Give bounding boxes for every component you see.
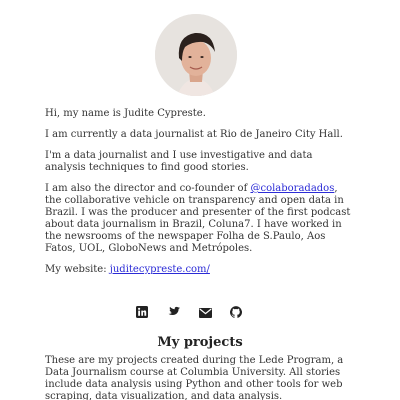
website-link[interactable]: juditecypreste.com/ (110, 264, 210, 275)
twitter-icon[interactable] (167, 303, 181, 317)
intro-greeting: Hi, my name is Judite Cypreste. (45, 108, 206, 119)
website-line: My website: juditecypreste.com/ (45, 264, 355, 276)
intro-current-role: I am currently a data journalist at Rio … (45, 129, 343, 140)
colaboradados-link[interactable]: @colaboradados (250, 183, 334, 194)
projects-title: My projects (157, 335, 243, 350)
website-label: My website: (45, 264, 110, 275)
linkedin-icon[interactable] (136, 303, 150, 318)
bio: Hi, my name is Judite Cypreste. I am cur… (45, 108, 355, 285)
intro-colaboradados: I am also the director and co-founder of… (45, 183, 355, 255)
avatar (155, 14, 237, 96)
projects-description: These are my projects created during the… (45, 355, 344, 400)
page: Hi, my name is Judite Cypreste. I am cur… (0, 0, 400, 400)
intro-colaboradados-prefix: I am also the director and co-founder of (45, 183, 251, 194)
social-links (0, 303, 400, 321)
avatar-image (155, 14, 237, 96)
email-icon[interactable] (199, 303, 213, 318)
intro-description: I'm a data journalist and I use investig… (45, 150, 313, 173)
github-icon[interactable] (229, 303, 244, 318)
